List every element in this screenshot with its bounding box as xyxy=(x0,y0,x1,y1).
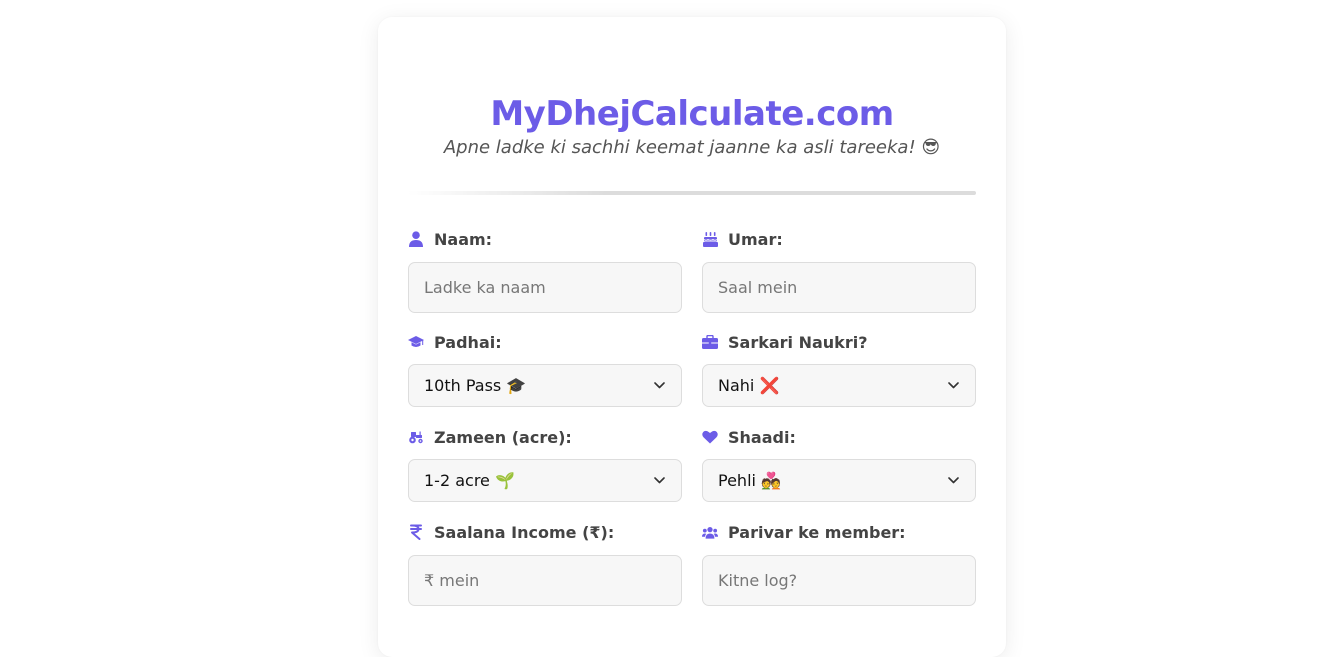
padhai-label: Padhai: xyxy=(408,331,682,353)
user-icon xyxy=(408,231,424,247)
users-icon xyxy=(702,524,718,540)
income-field: Saalana Income (₹): xyxy=(408,521,682,606)
sarkari-naukri-label-text: Sarkari Naukri? xyxy=(728,332,868,352)
naam-input[interactable] xyxy=(408,262,682,313)
sarkari-naukri-select[interactable]: Nahi ❌ xyxy=(702,364,976,407)
umar-label-text: Umar: xyxy=(728,229,783,249)
chevron-down-icon xyxy=(946,379,960,393)
shaadi-label: Shaadi: xyxy=(702,426,976,448)
tractor-icon xyxy=(408,429,424,445)
briefcase-icon xyxy=(702,334,718,350)
umar-label: Umar: xyxy=(702,228,976,250)
zameen-field: Zameen (acre): 1-2 acre 🌱 xyxy=(408,426,682,502)
chevron-down-icon xyxy=(946,474,960,488)
sarkari-naukri-selected-value: Nahi ❌ xyxy=(718,376,780,395)
sarkari-naukri-field: Sarkari Naukri? Nahi ❌ xyxy=(702,331,976,407)
parivar-input[interactable] xyxy=(702,555,976,606)
shaadi-field: Shaadi: Pehli 💑 xyxy=(702,426,976,502)
umar-input[interactable] xyxy=(702,262,976,313)
shaadi-selected-value: Pehli 💑 xyxy=(718,471,781,490)
site-tagline: Apne ladke ki sachhi keemat jaanne ka as… xyxy=(443,137,941,158)
site-title: MyDhejCalculate.com xyxy=(490,94,894,134)
sarkari-naukri-label: Sarkari Naukri? xyxy=(702,331,976,353)
padhai-select[interactable]: 10th Pass 🎓 xyxy=(408,364,682,407)
shaadi-label-text: Shaadi: xyxy=(728,427,796,447)
zameen-select[interactable]: 1-2 acre 🌱 xyxy=(408,459,682,502)
naam-label: Naam: xyxy=(408,228,682,250)
chevron-down-icon xyxy=(652,474,666,488)
calculator-card: MyDhejCalculate.com Apne ladke ki sachhi… xyxy=(378,17,1006,657)
income-input[interactable] xyxy=(408,555,682,606)
zameen-label: Zameen (acre): xyxy=(408,426,682,448)
parivar-label: Parivar ke member: xyxy=(702,521,976,543)
padhai-label-text: Padhai: xyxy=(434,332,502,352)
header-divider xyxy=(408,191,976,195)
zameen-selected-value: 1-2 acre 🌱 xyxy=(424,471,515,490)
rupee-icon xyxy=(408,524,424,540)
income-label-text: Saalana Income (₹): xyxy=(434,522,615,542)
parivar-label-text: Parivar ke member: xyxy=(728,522,906,542)
birthday-cake-icon xyxy=(702,231,718,247)
zameen-label-text: Zameen (acre): xyxy=(434,427,572,447)
chevron-down-icon xyxy=(652,379,666,393)
parivar-field: Parivar ke member: xyxy=(702,521,976,606)
graduation-cap-icon xyxy=(408,334,424,350)
heart-icon xyxy=(702,429,718,445)
naam-label-text: Naam: xyxy=(434,229,493,249)
umar-field: Umar: xyxy=(702,228,976,313)
income-label: Saalana Income (₹): xyxy=(408,521,682,543)
shaadi-select[interactable]: Pehli 💑 xyxy=(702,459,976,502)
padhai-selected-value: 10th Pass 🎓 xyxy=(424,376,527,395)
padhai-field: Padhai: 10th Pass 🎓 xyxy=(408,331,682,407)
naam-field: Naam: xyxy=(408,228,682,313)
